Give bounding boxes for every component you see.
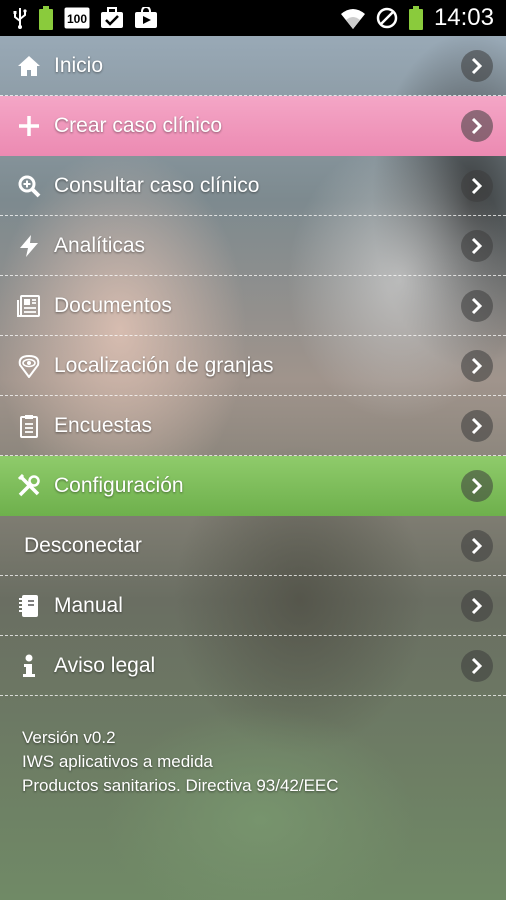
main-menu: Inicio Crear caso clínico Consultar caso…: [0, 36, 506, 696]
menu-item-label: Analíticas: [54, 233, 146, 257]
home-icon: [17, 54, 41, 78]
chevron-right-icon: [461, 110, 493, 142]
menu-item-manual[interactable]: Manual: [0, 576, 506, 636]
tools-icon: [17, 474, 41, 498]
briefcase-check-icon: [100, 6, 124, 30]
menu-item-label: Documentos: [54, 293, 172, 317]
usb-icon: [12, 6, 28, 30]
menu-item-label: Configuración: [54, 474, 184, 497]
chevron-right-icon: [461, 289, 493, 322]
chevron-right-icon: [461, 529, 493, 562]
location-eye-icon: [17, 354, 41, 378]
menu-item-documentos[interactable]: Documentos: [0, 276, 506, 336]
version-text: Versión v0.2: [22, 728, 116, 747]
badge-100-text: 100: [67, 12, 87, 26]
battery-full-icon: [38, 6, 54, 30]
info-icon: [17, 654, 41, 678]
chevron-right-icon: [461, 229, 493, 262]
menu-item-label: Encuestas: [54, 413, 153, 437]
menu-item-inicio[interactable]: Inicio: [0, 36, 506, 96]
chevron-right-icon: [461, 589, 493, 622]
chevron-right-icon: [461, 470, 493, 502]
menu-item-encuestas[interactable]: Encuestas: [0, 396, 506, 456]
badge-100-icon: 100: [64, 6, 90, 30]
menu-item-label: Localización de granjas: [54, 353, 274, 377]
chevron-right-icon: [461, 409, 493, 442]
menu-item-label: Manual: [54, 593, 123, 617]
notebook-icon: [17, 594, 41, 618]
menu-item-analiticas[interactable]: Analíticas: [0, 216, 506, 276]
wifi-icon: [340, 6, 366, 30]
plus-icon: [17, 114, 41, 138]
lightning-icon: [17, 234, 41, 258]
chevron-right-icon: [461, 349, 493, 382]
store-bag-icon: [134, 6, 158, 30]
clipboard-icon: [17, 414, 41, 438]
menu-item-aviso-legal[interactable]: Aviso legal: [0, 636, 506, 696]
document-icon: [17, 294, 41, 318]
chevron-right-icon: [461, 649, 493, 682]
menu-item-label: Inicio: [54, 53, 104, 77]
menu-item-localizacion[interactable]: Localización de granjas: [0, 336, 506, 396]
menu-item-configuracion[interactable]: Configuración: [0, 456, 506, 516]
status-bar: 100 14:03: [0, 0, 506, 36]
regulation-text: Productos sanitarios. Directiva 93/42/EE…: [22, 776, 339, 795]
battery-icon: [408, 6, 424, 30]
menu-item-consultar-caso[interactable]: Consultar caso clínico: [0, 156, 506, 216]
chevron-right-icon: [461, 49, 493, 82]
menu-item-crear-caso[interactable]: Crear caso clínico: [0, 96, 506, 156]
chevron-right-icon: [461, 169, 493, 202]
menu-item-label: Aviso legal: [54, 653, 156, 677]
menu-item-label: Consultar caso clínico: [54, 173, 260, 197]
blocked-icon: [376, 6, 398, 30]
app-info-footer: Versión v0.2 IWS aplicativos a medida Pr…: [22, 726, 339, 798]
menu-item-label: Crear caso clínico: [54, 114, 223, 137]
menu-item-desconectar[interactable]: Desconectar: [0, 516, 506, 576]
menu-item-label: Desconectar: [24, 533, 142, 557]
clock: 14:03: [433, 4, 494, 31]
search-zoom-icon: [17, 174, 41, 198]
company-text: IWS aplicativos a medida: [22, 752, 213, 771]
